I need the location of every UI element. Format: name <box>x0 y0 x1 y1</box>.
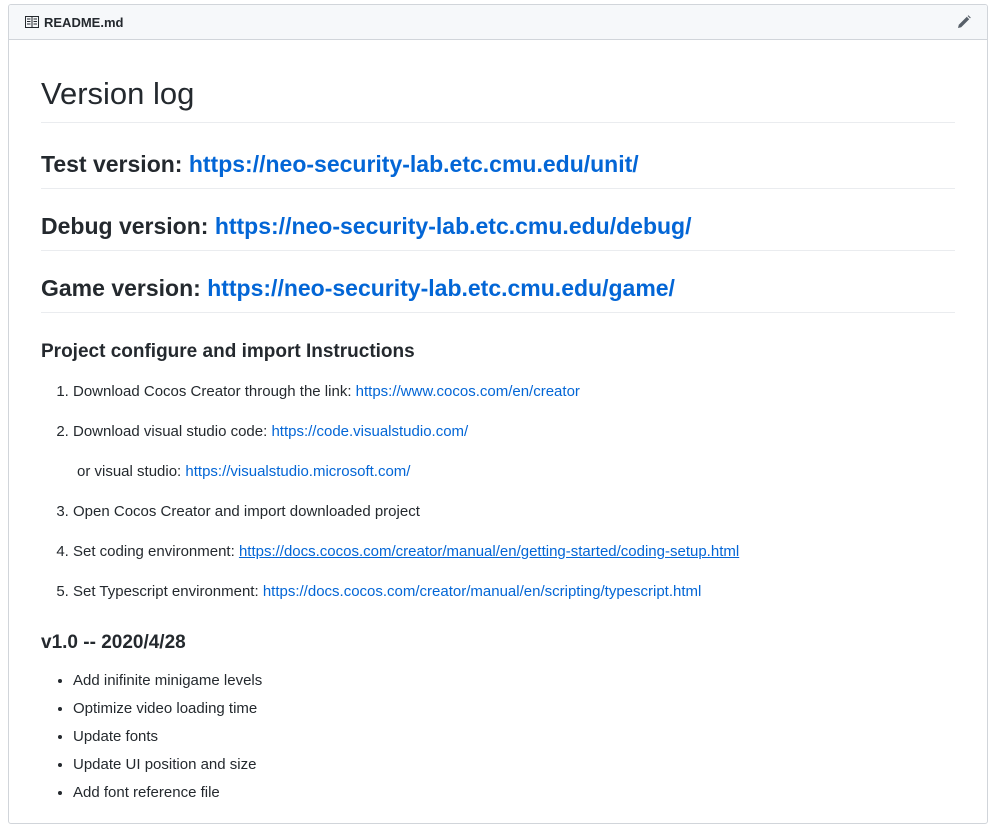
list-item: Set Typescript environment: https://docs… <box>73 580 955 604</box>
coding-setup-link[interactable]: https://docs.cocos.com/creator/manual/en… <box>239 543 739 560</box>
debug-version-link[interactable]: https://neo-security-lab.etc.cmu.edu/deb… <box>215 213 692 239</box>
game-version-heading: Game version: https://neo-security-lab.e… <box>41 273 955 313</box>
list-item: Download visual studio code: https://cod… <box>73 420 955 484</box>
vscode-link[interactable]: https://code.visualstudio.com/ <box>271 423 468 440</box>
game-version-label: Game version: <box>41 275 201 301</box>
step-subtext: or visual studio: <box>77 463 186 480</box>
list-item: Download Cocos Creator through the link:… <box>73 380 955 404</box>
release-heading: v1.0 -- 2020/4/28 <box>41 632 186 653</box>
game-version-link[interactable]: https://neo-security-lab.etc.cmu.edu/gam… <box>207 275 675 301</box>
list-item: Optimize video loading time <box>73 697 955 721</box>
readme-panel: README.md Version log Test version: http… <box>8 4 988 824</box>
step-text: Set coding environment: <box>73 543 239 560</box>
file-header: README.md <box>9 5 987 40</box>
debug-version-heading: Debug version: https://neo-security-lab.… <box>41 211 955 251</box>
list-item: Add font reference file <box>73 781 955 805</box>
debug-version-label: Debug version: <box>41 213 209 239</box>
readme-content: Version log Test version: https://neo-se… <box>9 40 987 805</box>
list-item: Update fonts <box>73 725 955 749</box>
instructions-heading: Project configure and import Instruction… <box>41 341 415 362</box>
list-item: Add inifinite minigame levels <box>73 669 955 693</box>
step-text: Open Cocos Creator and import downloaded… <box>73 503 420 520</box>
step-text: Download Cocos Creator through the link: <box>73 383 356 400</box>
step-text: Set Typescript environment: <box>73 583 263 600</box>
step-text: Download visual studio code: <box>73 423 272 440</box>
book-icon <box>25 15 41 29</box>
instructions-list: Download Cocos Creator through the link:… <box>41 380 955 604</box>
list-item: Set coding environment: https://docs.coc… <box>73 540 955 564</box>
page-title: Version log <box>41 40 955 123</box>
test-version-link[interactable]: https://neo-security-lab.etc.cmu.edu/uni… <box>189 151 639 177</box>
test-version-label: Test version: <box>41 151 183 177</box>
file-name: README.md <box>44 14 124 30</box>
test-version-heading: Test version: https://neo-security-lab.e… <box>41 149 955 189</box>
changes-list: Add inifinite minigame levels Optimize v… <box>41 669 955 805</box>
pencil-icon[interactable] <box>955 13 973 31</box>
list-item: Open Cocos Creator and import downloaded… <box>73 500 955 524</box>
cocos-creator-link[interactable]: https://www.cocos.com/en/creator <box>356 383 580 400</box>
list-item: Update UI position and size <box>73 753 955 777</box>
typescript-link[interactable]: https://docs.cocos.com/creator/manual/en… <box>263 583 702 600</box>
visual-studio-link[interactable]: https://visualstudio.microsoft.com/ <box>185 463 410 480</box>
